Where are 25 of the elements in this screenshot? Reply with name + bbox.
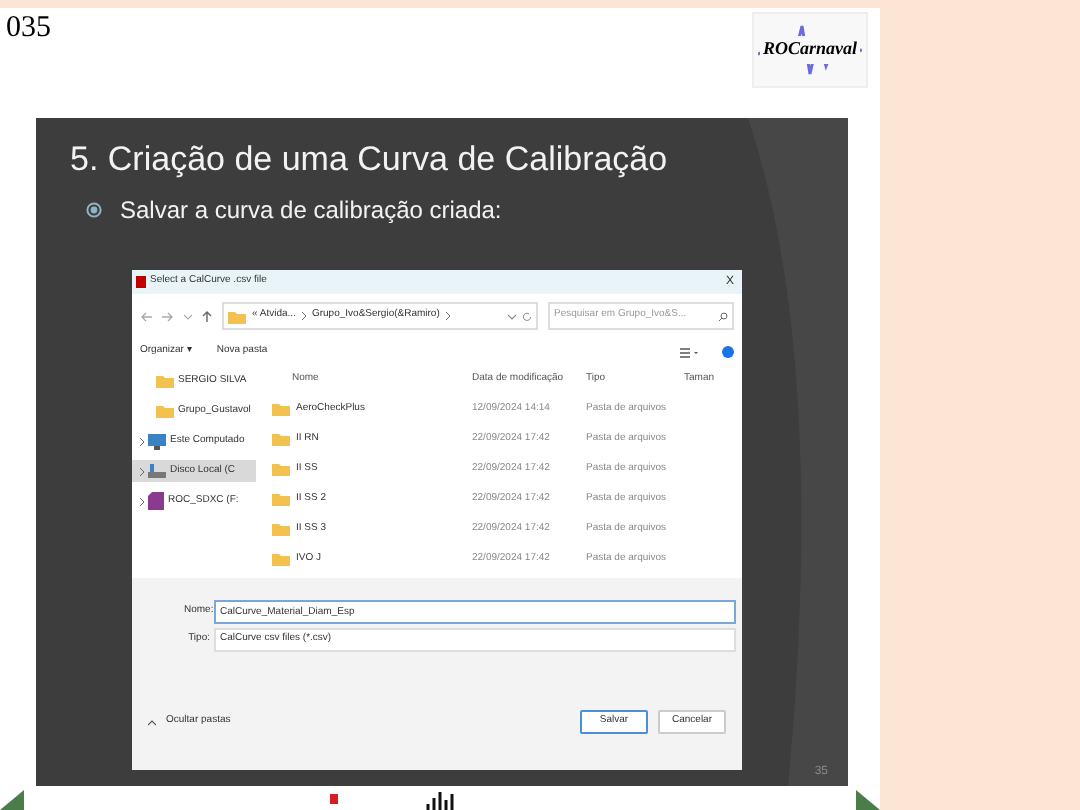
bar-chart-icon bbox=[426, 792, 458, 810]
monitor-icon bbox=[148, 433, 166, 449]
logo-text: ROCarnaval bbox=[760, 36, 859, 64]
back-arrow-icon[interactable] bbox=[140, 311, 152, 321]
help-icon[interactable] bbox=[722, 346, 734, 358]
slide-bullet-text: Salvar a curva de calibração criada: bbox=[120, 194, 502, 228]
sd-card-icon bbox=[148, 492, 164, 510]
forward-arrow-icon[interactable] bbox=[162, 311, 174, 321]
left-arrow-icon[interactable] bbox=[0, 790, 24, 810]
slide-title: 5. Criação de uma Curva de Calibração bbox=[70, 138, 670, 182]
chevron-down-icon[interactable] bbox=[184, 313, 192, 319]
drive-icon bbox=[148, 464, 166, 478]
folder-icon bbox=[228, 309, 246, 323]
chevron-up-icon bbox=[148, 719, 156, 725]
chevron-down-icon[interactable] bbox=[508, 313, 516, 319]
up-arrow-icon[interactable] bbox=[202, 310, 212, 322]
page-number: 035 bbox=[6, 10, 51, 46]
search-icon bbox=[718, 311, 728, 321]
bullet-icon bbox=[86, 202, 102, 218]
marker-icon bbox=[330, 794, 338, 804]
app-icon bbox=[136, 276, 146, 288]
right-arrow-icon[interactable] bbox=[856, 790, 880, 810]
chevron-right-icon bbox=[301, 312, 306, 320]
refresh-icon[interactable] bbox=[522, 311, 532, 321]
chevron-right-icon bbox=[445, 312, 450, 320]
